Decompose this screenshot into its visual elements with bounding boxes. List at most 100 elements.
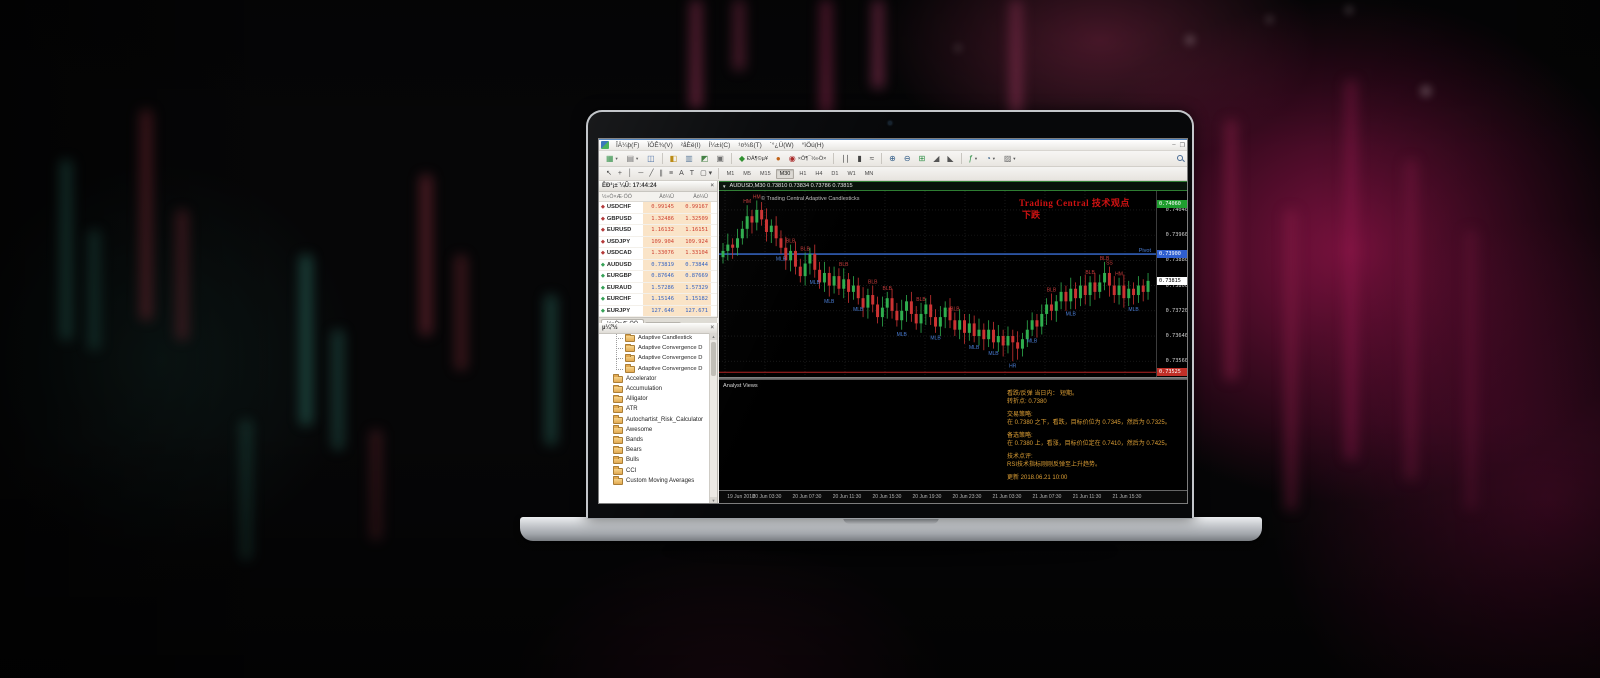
folder-icon	[613, 376, 623, 383]
candle	[842, 279, 845, 288]
candle	[1016, 342, 1019, 348]
candle	[1132, 289, 1135, 295]
market-watch-row[interactable]: ◆EURGBP0.876460.87669	[599, 271, 717, 283]
timeframe-button-mn[interactable]: MN	[861, 169, 878, 179]
market-watch-toggle[interactable]: ◧	[667, 152, 681, 166]
candle	[1122, 286, 1125, 299]
navigator-item[interactable]: Autochartist_Risk_Calculator	[599, 415, 710, 425]
time-axis-label: 20 Jun 19:30	[905, 494, 949, 500]
line-chart-mode[interactable]: ≈	[867, 152, 877, 166]
time-axis-label: 21 Jun 11:30	[1065, 494, 1109, 500]
menu-item-4[interactable]: ¹¤¾ß(T)	[734, 142, 765, 149]
market-watch-row[interactable]: ◆AUDUSD0.738190.73844	[599, 260, 717, 272]
menu-item-0[interactable]: ÎÄ¼þ(F)	[612, 142, 643, 149]
market-watch-row[interactable]: ◆EURCHF1.151461.15182	[599, 294, 717, 306]
periods-button[interactable]: ◔▼	[983, 152, 999, 166]
navigator-item[interactable]: Accumulation	[599, 384, 710, 394]
minimize-button[interactable]: –	[1172, 142, 1175, 149]
navigator-toggle[interactable]: ◩	[698, 152, 712, 166]
crosshair-tool[interactable]: +	[615, 168, 625, 179]
hline-tool[interactable]: ─	[635, 168, 646, 179]
tile-windows-button[interactable]: ⊞	[916, 152, 929, 166]
menu-item-5[interactable]: ´°¿Ú(W)	[766, 142, 798, 149]
chart-window-button[interactable]: ▤▼	[624, 152, 643, 166]
autotrading-button[interactable]: ◉×Ô¶¯½»Ò×	[786, 152, 830, 166]
market-watch-row[interactable]: ◆EURAUD1.572861.57329	[599, 283, 717, 295]
navigator-item[interactable]: Alligator	[599, 394, 710, 404]
timeframe-button-d1[interactable]: D1	[827, 169, 842, 179]
new-order-button[interactable]: ◆ÐÂ¶©µ¥	[736, 152, 771, 166]
candle	[934, 317, 937, 326]
timeframe-button-m5[interactable]: M5	[739, 169, 755, 179]
search-icon[interactable]	[1177, 155, 1184, 162]
navigator-item[interactable]: Accelerator	[599, 374, 710, 384]
arrange-sell-button[interactable]: ◣	[944, 152, 956, 166]
navigator-item[interactable]: Adaptive Convergence D	[599, 364, 710, 374]
navigator-item[interactable]: CCI	[599, 465, 710, 475]
indicators-button[interactable]: ƒ▼	[966, 152, 981, 166]
scroll-up-icon[interactable]: ▲	[710, 333, 717, 340]
timeframe-button-h1[interactable]: H1	[795, 169, 810, 179]
navigator-item-label: Accelerator	[626, 376, 656, 382]
market-watch-row[interactable]: ◆USDJPY109.904109.924	[599, 237, 717, 249]
time-axis-label: 20 Jun 15:30	[865, 494, 909, 500]
restore-button[interactable]: ❐	[1180, 142, 1185, 149]
market-watch-row[interactable]: ◆EURUSD1.161321.16151	[599, 225, 717, 237]
close-icon[interactable]: ×	[710, 183, 714, 189]
autotrade-hand-button[interactable]: ●	[773, 152, 784, 166]
data-window-toggle[interactable]: ▥	[682, 152, 696, 166]
vline-tool[interactable]: │	[625, 168, 635, 179]
menu-item-1[interactable]: ÏÔÊ¾(V)	[643, 142, 676, 149]
bid-price: 1.57286	[643, 283, 677, 294]
menu-item-3[interactable]: Í¼±í(C)	[705, 142, 735, 149]
timeframe-button-m15[interactable]: M15	[756, 169, 775, 179]
profiles-button[interactable]: ◫	[644, 152, 658, 166]
navigator-item[interactable]: Bulls	[599, 455, 710, 465]
candle-chart-mode[interactable]: ▮	[854, 152, 864, 166]
scrollbar-thumb[interactable]	[711, 342, 716, 376]
candlestick-chart[interactable]: PivotHMHMMLBBLBBLBMLBMLBBLBMLBBLBBLBMLBB…	[719, 191, 1156, 377]
timeframe-button-m1[interactable]: M1	[723, 169, 739, 179]
bar-chart-mode[interactable]: ∣∣	[838, 152, 852, 166]
menu-item-2[interactable]: ²åÈë(I)	[677, 142, 705, 149]
candle	[726, 245, 729, 251]
navigator-item[interactable]: Bears	[599, 445, 710, 455]
timeframe-button-h4[interactable]: H4	[811, 169, 826, 179]
new-chart-button[interactable]: ▦▼	[603, 152, 622, 166]
chart-collapse-icon[interactable]: ▼	[722, 182, 726, 190]
arrange-buy-button[interactable]: ◢	[930, 152, 942, 166]
scroll-down-icon[interactable]: ▼	[710, 497, 717, 504]
shapes-tool[interactable]: ▢ ▾	[697, 168, 715, 179]
cursor-tool[interactable]: ↖	[603, 168, 615, 179]
navigator-item[interactable]: ATR	[599, 404, 710, 414]
menu-item-6[interactable]: °ïÖú(H)	[798, 142, 828, 149]
candle-pattern-label: MLB	[853, 307, 864, 313]
price-scale[interactable]: 0.740400.739600.738800.738000.737200.736…	[1156, 191, 1188, 377]
timeframe-button-w1[interactable]: W1	[843, 169, 859, 179]
text-tool[interactable]: A	[676, 168, 687, 179]
navigator-item-label: ATR	[626, 406, 638, 412]
zoom-out-button[interactable]: ⊖	[901, 152, 914, 166]
label-tool[interactable]: T	[687, 168, 697, 179]
timeframe-button-m30[interactable]: M30	[776, 169, 795, 179]
navigator-item[interactable]: Bands	[599, 435, 710, 445]
channel-tool[interactable]: ∥	[657, 168, 667, 179]
analyst-text-line: 在 0.7380 之下，看跌，目标价位为 0.7345，然后为 0.7325。	[1007, 419, 1175, 427]
trendline-tool[interactable]: ╱	[646, 168, 656, 179]
candle	[1108, 273, 1111, 286]
navigator-item[interactable]: Custom Moving Averages	[599, 476, 710, 486]
navigator-item[interactable]: Awesome	[599, 425, 710, 435]
zoom-in-button[interactable]: ⊕	[886, 152, 899, 166]
market-watch-row[interactable]: ◆GBPUSD1.324861.32509	[599, 214, 717, 226]
candle	[1079, 286, 1082, 299]
fibonacci-tool[interactable]: ≡	[666, 168, 676, 179]
terminal-toggle[interactable]: ▣	[713, 152, 727, 166]
market-watch-row[interactable]: ◆USDCHF0.991450.99167	[599, 202, 717, 214]
navigator-scrollbar[interactable]: ▲ ▼	[709, 333, 717, 504]
templates-button[interactable]: ▨▼	[1001, 152, 1020, 166]
candle	[973, 323, 976, 336]
close-icon[interactable]: ×	[710, 325, 714, 331]
time-axis[interactable]: 19 Jun 201820 Jun 03:3020 Jun 07:3020 Ju…	[719, 490, 1188, 504]
market-watch-row[interactable]: ◆USDCAD1.330761.33104	[599, 248, 717, 260]
market-watch-row[interactable]: ◆EURJPY127.646127.671	[599, 306, 717, 318]
